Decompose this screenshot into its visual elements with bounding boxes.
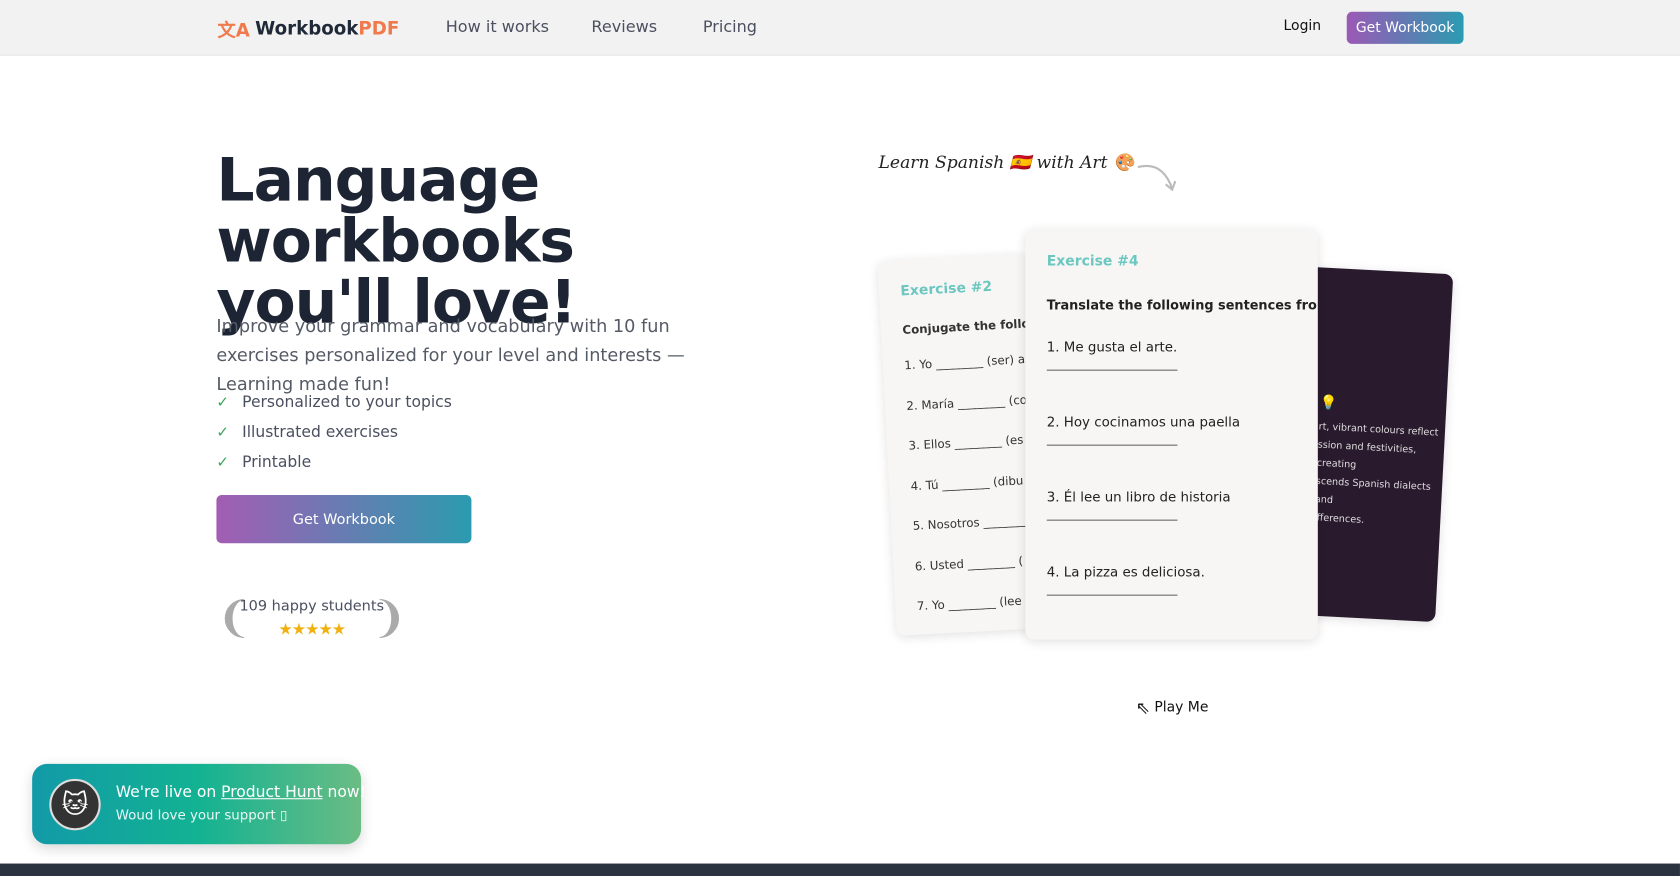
rating-badge: ❨ ❩ 109 happy students ★★★★★ [216, 591, 407, 645]
card-instruction: Conjugate the followin [902, 315, 1047, 338]
exercise-item: 3. Él lee un libro de historia [1046, 489, 1318, 564]
rating-text: 109 happy students [239, 597, 385, 615]
preview-tagline: Learn Spanish 🇪🇸 with Art 🎨 [878, 152, 1135, 173]
hero-get-workbook-button[interactable]: Get Workbook [216, 494, 472, 544]
card-title: Exercise #2 [900, 278, 993, 300]
check-icon: ✓ [216, 454, 229, 472]
lightbulb-icon: 💡 [1319, 395, 1338, 413]
product-hunt-mascot-avatar: 🐱 [49, 778, 101, 831]
product-hunt-banner[interactable]: 🐱 We're live on Product Hunt now! Woud l… [32, 763, 366, 845]
exercise-item: 4. Tú ________ (dibu [910, 473, 1024, 493]
curved-arrow-icon [1137, 164, 1177, 192]
footer-bar [0, 863, 1680, 876]
star-rating: ★★★★★ [278, 619, 346, 639]
product-hunt-link[interactable]: Product Hunt [221, 784, 322, 801]
banner-headline: We're live on Product Hunt now! [115, 784, 366, 802]
logo-accent: PDF [358, 17, 400, 40]
feature-item: ✓ Printable [216, 454, 312, 472]
play-label: Play Me [1154, 699, 1209, 716]
login-link[interactable]: Login [1284, 18, 1322, 34]
nav-reviews[interactable]: Reviews [591, 17, 657, 36]
card-instruction: Translate the following sentences from S… [1046, 297, 1318, 313]
exercise-4-card: Exercise #4 Translate the following sent… [1025, 229, 1318, 640]
feature-item: ✓ Personalized to your topics [216, 394, 452, 412]
cursor-click-icon: ⇖ [1135, 697, 1151, 718]
exercise-item: 5. Nosotros ________ [912, 512, 1031, 534]
exercise-item: 2. Hoy cocinamos una paella [1046, 414, 1318, 489]
check-icon: ✓ [216, 424, 229, 442]
logo-text: Workbook [255, 17, 359, 40]
hero-subtitle: Improve your grammar and vocabulary with… [216, 316, 685, 395]
nav-get-workbook-button[interactable]: Get Workbook [1346, 11, 1464, 44]
page: 文A Workbook PDF How it works Reviews Pric… [0, 0, 1680, 876]
feature-item: ✓ Illustrated exercises [216, 424, 398, 442]
exercise-item: 1. Yo ________ (ser) a [903, 352, 1026, 373]
nav-pricing[interactable]: Pricing [703, 17, 757, 36]
card-title: Exercise #4 [1046, 253, 1139, 270]
exercise-item: 2. María ________ (co [906, 392, 1028, 413]
nav-how-it-works[interactable]: How it works [446, 17, 549, 36]
hero-title: Language workbooks you'll love! [216, 145, 577, 338]
feature-list: ✓ Personalized to your topics ✓ Illustrate… [216, 388, 451, 478]
exercise-2-card: Exercise #2 Conjugate the followin 1. Yo… [877, 253, 1047, 636]
exercise-item: 4. La pizza es deliciosa. [1046, 564, 1318, 639]
exercise-item: 3. Ellos ________ (es [908, 432, 1024, 453]
translate-icon: 文A [217, 20, 250, 42]
play-me-button[interactable]: ⇖ Play Me [1136, 697, 1209, 717]
exercise-item: 1. Me gusta el arte. [1046, 339, 1318, 414]
banner-subtext: Woud love your support ▯ [115, 806, 288, 823]
logo[interactable]: 文A Workbook PDF [217, 15, 399, 42]
top-nav: 文A Workbook PDF How it works Reviews Pric… [0, 0, 1680, 56]
check-icon: ✓ [216, 394, 229, 412]
